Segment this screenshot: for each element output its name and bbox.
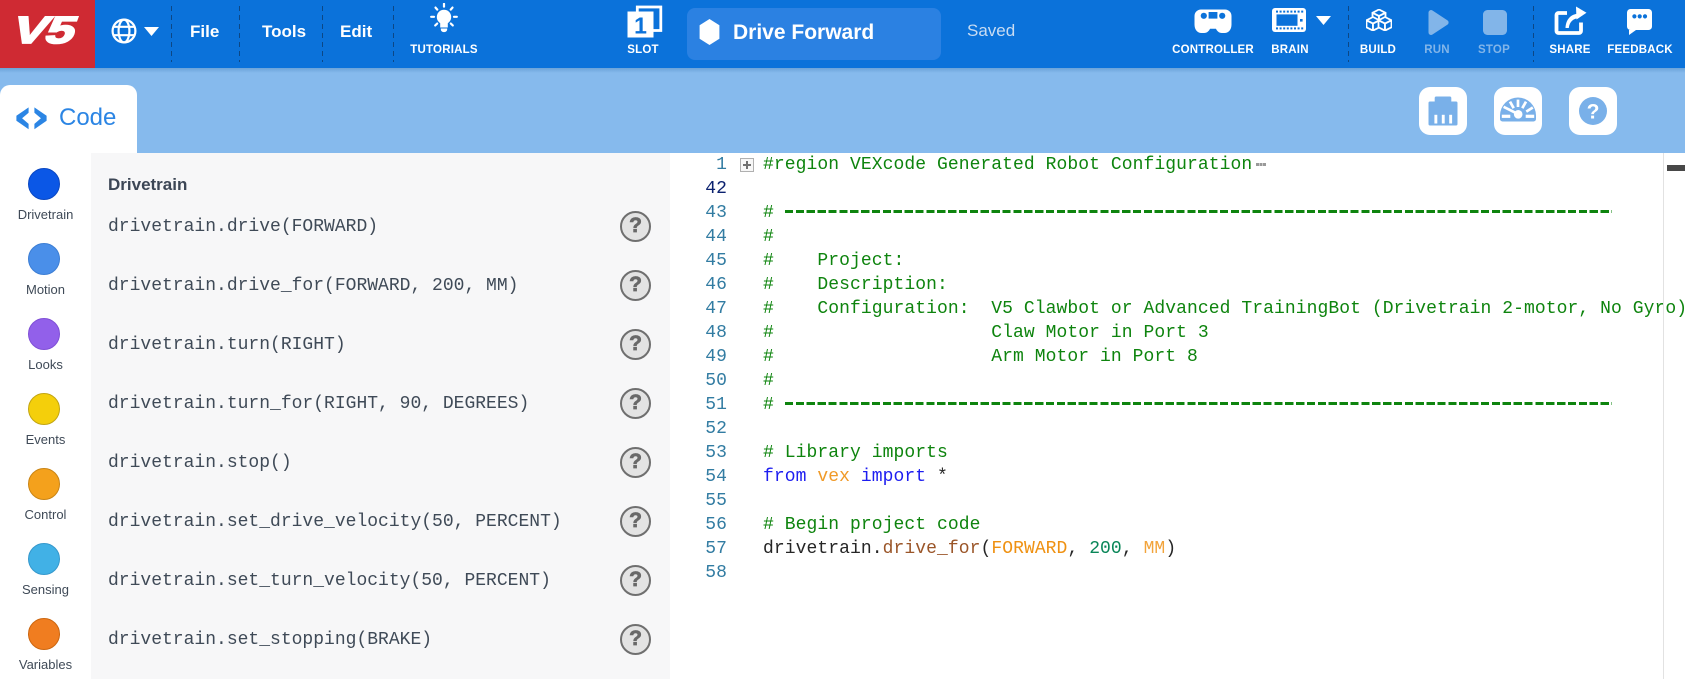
svg-text:1: 1 xyxy=(634,13,647,39)
svg-text:?: ? xyxy=(1587,101,1600,124)
